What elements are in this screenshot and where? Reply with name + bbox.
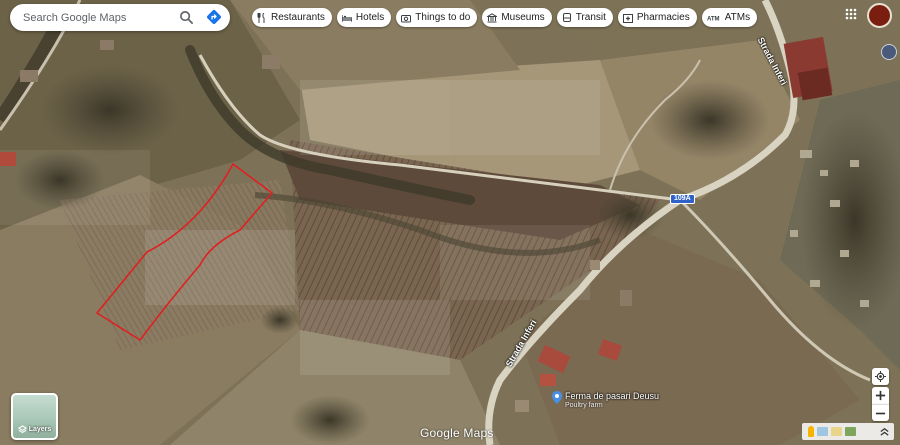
chip-label: Things to do bbox=[415, 12, 471, 23]
layers-icon bbox=[17, 425, 27, 434]
my-location-button[interactable] bbox=[872, 368, 889, 385]
chip-label: Pharmacies bbox=[636, 12, 690, 23]
layers-button[interactable]: Layers bbox=[11, 393, 58, 440]
poi-name: Ferma de pasari Deusu bbox=[565, 391, 660, 401]
bus-icon bbox=[562, 12, 571, 22]
category-chips: Restaurants Hotels Things to do Museums … bbox=[252, 8, 758, 27]
pegman-small-icon[interactable] bbox=[808, 426, 814, 437]
chip-label: Hotels bbox=[355, 12, 385, 23]
poi-type: Poultry farm bbox=[565, 402, 603, 409]
chip-restaurants[interactable]: Restaurants bbox=[252, 8, 332, 27]
zoom-out-button[interactable] bbox=[872, 404, 889, 421]
account-avatar[interactable] bbox=[867, 3, 892, 28]
minus-icon bbox=[875, 412, 886, 414]
bottom-layer-strip bbox=[802, 423, 894, 440]
layers-label: Layers bbox=[28, 426, 52, 433]
camera-icon bbox=[401, 14, 412, 22]
my-location-icon bbox=[875, 371, 886, 382]
chip-label: ATMs bbox=[724, 12, 751, 23]
search-icon[interactable] bbox=[179, 10, 194, 25]
fork-knife-icon bbox=[257, 12, 265, 23]
poi-poultry-farm[interactable]: Ferma de pasari Deusu Poultry farm bbox=[552, 391, 659, 411]
search-input[interactable] bbox=[23, 11, 173, 24]
chip-transit[interactable]: Transit bbox=[556, 8, 613, 27]
expand-up-icon[interactable] bbox=[879, 426, 890, 437]
chip-pharmacies[interactable]: Pharmacies bbox=[617, 8, 697, 27]
plus-icon bbox=[875, 390, 886, 401]
directions-icon[interactable] bbox=[206, 9, 222, 25]
layer-thumb-terrain[interactable] bbox=[817, 427, 828, 436]
chip-things-to-do[interactable]: Things to do bbox=[396, 8, 478, 27]
pharmacy-icon bbox=[622, 13, 633, 23]
google-maps-watermark: Google Maps bbox=[420, 426, 494, 440]
chip-label: Museums bbox=[501, 12, 545, 23]
chip-atms[interactable]: ATM ATMs bbox=[701, 8, 758, 27]
museum-icon bbox=[487, 12, 498, 22]
search-box[interactable] bbox=[10, 4, 230, 31]
bed-icon bbox=[341, 14, 352, 22]
apps-grid-icon[interactable] bbox=[845, 8, 857, 20]
svg-text:ATM: ATM bbox=[707, 16, 720, 22]
chip-label: Restaurants bbox=[271, 12, 325, 23]
chip-label: Transit bbox=[575, 12, 606, 23]
atm-icon: ATM bbox=[707, 16, 720, 22]
street-view-pegman-icon[interactable] bbox=[881, 44, 897, 60]
poi-pin-icon bbox=[552, 391, 562, 404]
zoom-in-button[interactable] bbox=[872, 387, 889, 404]
chip-hotels[interactable]: Hotels bbox=[336, 8, 392, 27]
layer-thumb-satellite[interactable] bbox=[845, 427, 856, 436]
chip-museums[interactable]: Museums bbox=[482, 8, 552, 27]
road-badge-109a[interactable]: 109A bbox=[670, 194, 695, 204]
layer-thumb-transit[interactable] bbox=[831, 427, 842, 436]
satellite-map[interactable] bbox=[0, 0, 900, 445]
